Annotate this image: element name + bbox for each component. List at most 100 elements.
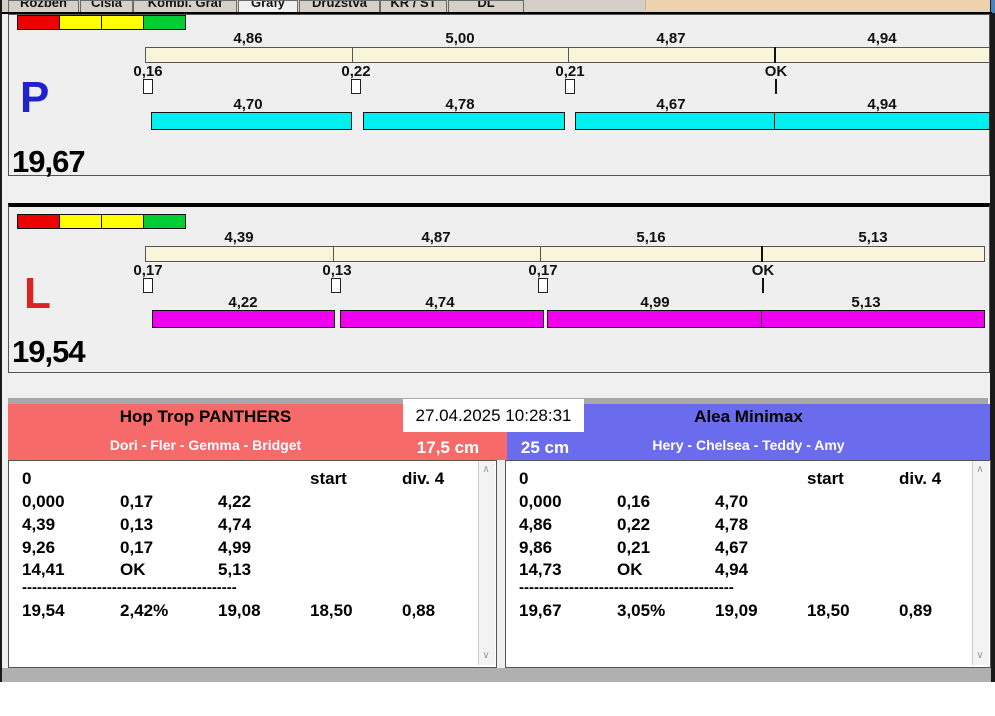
light-strip-l [17, 214, 186, 229]
table-divider: ----------------------------------------… [22, 579, 237, 596]
exchange-marker-icon [565, 79, 575, 94]
tab-cisla-label: Čísla [90, 0, 123, 10]
table-cell: start [807, 469, 844, 488]
run-bar-segment [774, 112, 990, 130]
window-border-left [0, 0, 2, 682]
exchange-marker-icon [351, 79, 361, 94]
table-cell: 5,13 [218, 560, 252, 579]
table-cell: 3,05% [617, 601, 666, 620]
lane-letter-p: P [20, 73, 50, 122]
run-bar-segment [340, 310, 544, 328]
table-cell: 0 [519, 469, 529, 488]
exchange-marker-icon [538, 278, 548, 293]
table-cell: 14,41 [22, 560, 65, 579]
run-bar-segment [151, 112, 352, 130]
table-cell: div. 4 [402, 469, 445, 488]
run-bar-segment [761, 310, 985, 328]
table-cell: OK [120, 560, 146, 579]
split-label: 5,16 [636, 229, 666, 246]
light-green [144, 214, 186, 229]
change-label: OK [751, 262, 775, 279]
change-label: OK [764, 63, 788, 80]
exchange-marker-icon [143, 79, 153, 94]
table-cell: 19,08 [218, 601, 261, 620]
ok-tick-icon [762, 278, 764, 293]
table-cell: 18,50 [807, 601, 850, 620]
leg-label: 4,99 [640, 294, 670, 311]
run-bar-segment [363, 112, 565, 130]
scrollbar-right-table[interactable] [972, 461, 989, 665]
light-red [17, 214, 60, 229]
table-cell: 4,99 [218, 538, 252, 557]
split-divider [333, 246, 334, 262]
table-cell: 19,09 [715, 601, 758, 620]
scroll-down-icon[interactable]: ∨ [478, 650, 494, 661]
table-cell: 0,16 [617, 492, 651, 511]
table-cell: 9,86 [519, 538, 553, 557]
jump-height-right: 25 cm [520, 438, 570, 457]
scroll-down-icon[interactable]: ∨ [972, 650, 988, 661]
team-members-left: Dori - Fler - Gemma - Bridget [109, 437, 302, 453]
table-cell: 4,86 [519, 515, 553, 534]
table-cell: 4,22 [218, 492, 252, 511]
leg-label: 5,13 [851, 294, 881, 311]
split-label: 4,87 [421, 229, 451, 246]
light-green [144, 15, 186, 30]
table-cell: 0,17 [120, 492, 154, 511]
split-divider [774, 47, 776, 63]
bottom-band [2, 668, 991, 682]
table-cell: 4,39 [22, 515, 56, 534]
table-cell: 0,89 [899, 601, 933, 620]
exchange-marker-icon [143, 278, 153, 293]
jump-height-left: 17,5 cm [416, 438, 480, 457]
light-strip-p [17, 15, 186, 30]
table-cell: start [310, 469, 347, 488]
change-label: 0,17 [528, 262, 558, 279]
table-cell: 4,78 [715, 515, 749, 534]
team-name-left: Hop Trop PANTHERS [119, 407, 292, 426]
table-cell: 18,50 [310, 601, 353, 620]
leg-label: 4,67 [656, 96, 686, 113]
tab-kombi-graf-label: Kombi. Graf [147, 0, 223, 10]
table-cell: 0,88 [402, 601, 436, 620]
table-cell: 19,67 [519, 601, 562, 620]
scroll-up-icon[interactable]: ∧ [478, 464, 494, 475]
leg-label: 4,94 [867, 96, 897, 113]
total-time-p: 19,67 [12, 144, 86, 179]
ok-tick-icon [775, 79, 777, 94]
change-label: 0,21 [555, 63, 585, 80]
split-divider [761, 246, 763, 262]
table-cell: 0,21 [617, 538, 651, 557]
split-bar-l [145, 246, 985, 262]
split-divider [540, 246, 541, 262]
exchange-marker-icon [331, 278, 341, 293]
table-divider: ----------------------------------------… [519, 579, 734, 596]
table-cell: 4,67 [715, 538, 749, 557]
table-cell: 4,94 [715, 560, 749, 579]
light-yellow-1 [60, 214, 102, 229]
app-window: Rozběh Čísla Kombi. Graf Grafy Družstva … [0, 0, 995, 716]
result-table-left[interactable] [8, 460, 497, 668]
change-label: 0,13 [322, 262, 352, 279]
table-cell: div. 4 [899, 469, 942, 488]
leg-label: 4,22 [228, 294, 258, 311]
change-label: 0,16 [133, 63, 163, 80]
split-label: 4,86 [233, 30, 263, 47]
table-cell: 0,22 [617, 515, 651, 534]
datetime-display: 27.04.2025 10:28:31 [403, 399, 584, 432]
table-cell: 0,000 [519, 492, 562, 511]
table-cell: 9,26 [22, 538, 56, 557]
split-divider [352, 47, 353, 63]
light-yellow-2 [102, 15, 144, 30]
tab-bar-filler [645, 0, 990, 11]
run-bar-segment [575, 112, 776, 130]
run-bar-segment [547, 310, 764, 328]
table-cell: 19,54 [22, 601, 65, 620]
table-cell: 0,000 [22, 492, 65, 511]
change-label: 0,22 [341, 63, 371, 80]
tab-druzstva-label: Družstva [312, 0, 367, 10]
table-cell: 4,74 [218, 515, 252, 534]
scrollbar-left-table[interactable] [478, 461, 495, 665]
scroll-up-icon[interactable]: ∧ [972, 464, 988, 475]
split-label: 4,39 [224, 229, 254, 246]
